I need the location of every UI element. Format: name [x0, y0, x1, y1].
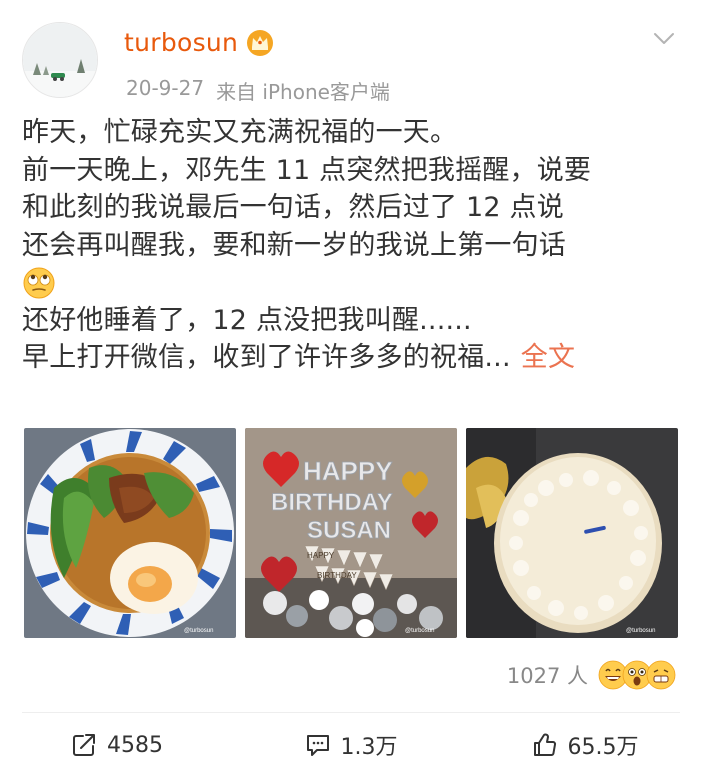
balloon-letters-happy: HAPPY: [303, 456, 393, 486]
post-text: 昨天，忙碌充实又充满祝福的一天。 前一天晚上，邓先生 11 点突然把我摇醒，说要…: [22, 114, 682, 377]
text-line: 和此刻的我说最后一句话，然后过了 12 点说: [22, 192, 564, 223]
share-count: 4585: [107, 732, 163, 758]
post-source[interactable]: 来自 iPhone客户端: [216, 76, 390, 105]
text-line: 早上打开微信，收到了许许多多的祝福...: [22, 342, 511, 373]
banner-letters-birthday: BIRTHDAY: [317, 571, 357, 580]
comment-count: 1.3万: [340, 735, 398, 760]
like-button[interactable]: 65.5万: [468, 722, 702, 768]
photo-watermark: @turbosun: [626, 628, 655, 634]
weibo-post: turbosun 20-9-27 来自 iPhone客户端 昨天，忙碌充实又充满…: [0, 0, 702, 773]
grin-emoji: [646, 660, 676, 690]
crown-icon[interactable]: [246, 29, 274, 57]
reactions[interactable]: 1027 人: [507, 660, 676, 690]
banner-letters-happy: HAPPY: [307, 551, 335, 560]
noodle-soup-photo[interactable]: @turbosun: [24, 428, 236, 638]
share-icon: [73, 734, 95, 756]
eye-roll-emoji: [22, 266, 56, 300]
photo-grid: @turbosun HAPPY BIRTHDAY SUSAN HAPPY BIR…: [24, 428, 678, 638]
text-line-last: 早上打开微信，收到了许许多多的祝福... 全文: [22, 339, 682, 377]
thumbs-up-icon: [533, 733, 556, 756]
full-text-link[interactable]: 全文: [521, 342, 575, 373]
reaction-emojis: [598, 660, 676, 690]
author-name[interactable]: turbosun: [124, 28, 238, 57]
chevron-down-icon[interactable]: [652, 26, 676, 50]
post-meta: 20-9-27 来自 iPhone客户端: [126, 76, 390, 105]
avatar-snow-scene-image: [23, 23, 97, 97]
author-row: turbosun: [124, 28, 274, 57]
text-line: 昨天，忙碌充实又充满祝福的一天。: [22, 117, 458, 148]
text-line: 前一天晚上，邓先生 11 点突然把我摇醒，说要: [22, 154, 592, 186]
birthday-cake-photo[interactable]: @turbosun: [466, 428, 678, 638]
text-line: 还会再叫醒我，要和新一岁的我说上第一句话: [22, 229, 566, 261]
comment-button[interactable]: 1.3万: [234, 722, 468, 768]
like-count: 65.5万: [567, 735, 639, 760]
text-line: 还好他睡着了，12 点没把我叫醒......: [22, 304, 472, 336]
avatar[interactable]: [22, 22, 98, 98]
share-button[interactable]: 4585: [0, 722, 234, 768]
reaction-count: 1027 人: [506, 664, 588, 688]
balloon-letters-susan: SUSAN: [307, 517, 391, 544]
balloon-letters-birthday: BIRTHDAY: [271, 489, 393, 516]
birthday-balloons-photo[interactable]: HAPPY BIRTHDAY SUSAN HAPPY BIRTHDAY @tur…: [245, 428, 457, 638]
post-date: 20-9-27: [126, 76, 205, 100]
comment-icon: [306, 735, 329, 756]
emoji-line: [22, 264, 682, 302]
photo-watermark: @turbosun: [405, 628, 434, 634]
photo-watermark: @turbosun: [184, 628, 213, 634]
divider: [22, 712, 680, 713]
action-bar: 4585 1.3万 65.5万: [0, 722, 702, 768]
